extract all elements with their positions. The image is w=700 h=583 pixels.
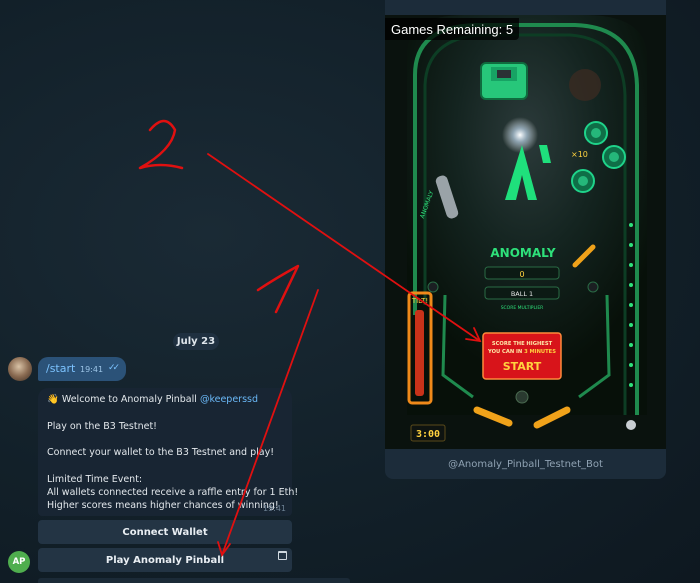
bot-avatar[interactable]: AP: [8, 551, 30, 573]
mention-link[interactable]: @keeperssd: [200, 394, 258, 405]
ball-readout: BALL 1: [511, 290, 533, 298]
welcome-text: Welcome to Anomaly Pinball: [61, 394, 200, 405]
event-line: Limited Time Event:: [47, 474, 143, 485]
cta-line-2-pre: YOU CAN IN: [487, 349, 524, 355]
testnet-line: Play on the B3 Testnet!: [47, 421, 157, 432]
outgoing-message: /start 19:41 ✓✓: [38, 357, 126, 381]
multiplier-label: SCORE MULTIPLIER: [501, 305, 544, 311]
game-preview-card[interactable]: ×10 ANOMALY ANOMALY 0 BALL 1 SCORE MULTI…: [385, 0, 666, 479]
bot-message: 👋 Welcome to Anomaly Pinball @keeperssd …: [38, 388, 298, 516]
start-panel[interactable]: SCORE THE HIGHEST YOU CAN IN 3 MINUTES S…: [482, 332, 562, 380]
next-message-edge: [38, 578, 350, 583]
message-time: 19:41: [80, 365, 104, 374]
anomaly-logo-text: ANOMALY: [490, 246, 556, 260]
play-pinball-label: Play Anomaly Pinball: [105, 554, 225, 566]
user-avatar[interactable]: [8, 357, 32, 381]
web-app-icon: [278, 551, 287, 560]
date-separator: July 23: [173, 333, 219, 350]
cta-line-2: YOU CAN IN 3 MINUTES: [487, 349, 556, 355]
connect-line: Connect your wallet to the B3 Testnet an…: [47, 447, 275, 458]
start-command-link[interactable]: /start: [46, 362, 75, 375]
play-pinball-button[interactable]: Play Anomaly Pinball: [38, 548, 292, 572]
scores-line: Higher scores means higher chances of wi…: [47, 500, 279, 511]
games-remaining-badge: Games Remaining: 5: [385, 18, 520, 40]
tilt-indicator: TILT!: [411, 297, 428, 305]
connect-wallet-label: Connect Wallet: [122, 526, 208, 538]
wave-emoji: 👋: [47, 394, 59, 405]
connect-wallet-button[interactable]: Connect Wallet: [38, 520, 292, 544]
pinball-table-art: ×10 ANOMALY ANOMALY 0 BALL 1 SCORE MULTI…: [385, 15, 666, 449]
card-top-strip: [385, 0, 666, 15]
target-multiplier-text: ×10: [571, 150, 588, 159]
message-time: 19:41: [262, 504, 286, 513]
start-button-text[interactable]: START: [503, 360, 542, 373]
cta-line-1: SCORE THE HIGHEST: [492, 341, 553, 347]
raffle-line: All wallets connected receive a raffle e…: [47, 487, 299, 498]
pinball-game-canvas[interactable]: ×10 ANOMALY ANOMALY 0 BALL 1 SCORE MULTI…: [385, 15, 666, 449]
welcome-line: 👋 Welcome to Anomaly Pinball @keeperssd: [47, 394, 258, 406]
game-timer: 3:00: [416, 429, 440, 440]
score-readout: 0: [519, 270, 524, 279]
bot-handle-caption[interactable]: @Anomaly_Pinball_Testnet_Bot: [385, 449, 666, 479]
read-receipt-icon: ✓✓: [108, 363, 120, 373]
cta-line-2-highlight: 3 MINUTES: [524, 349, 556, 355]
